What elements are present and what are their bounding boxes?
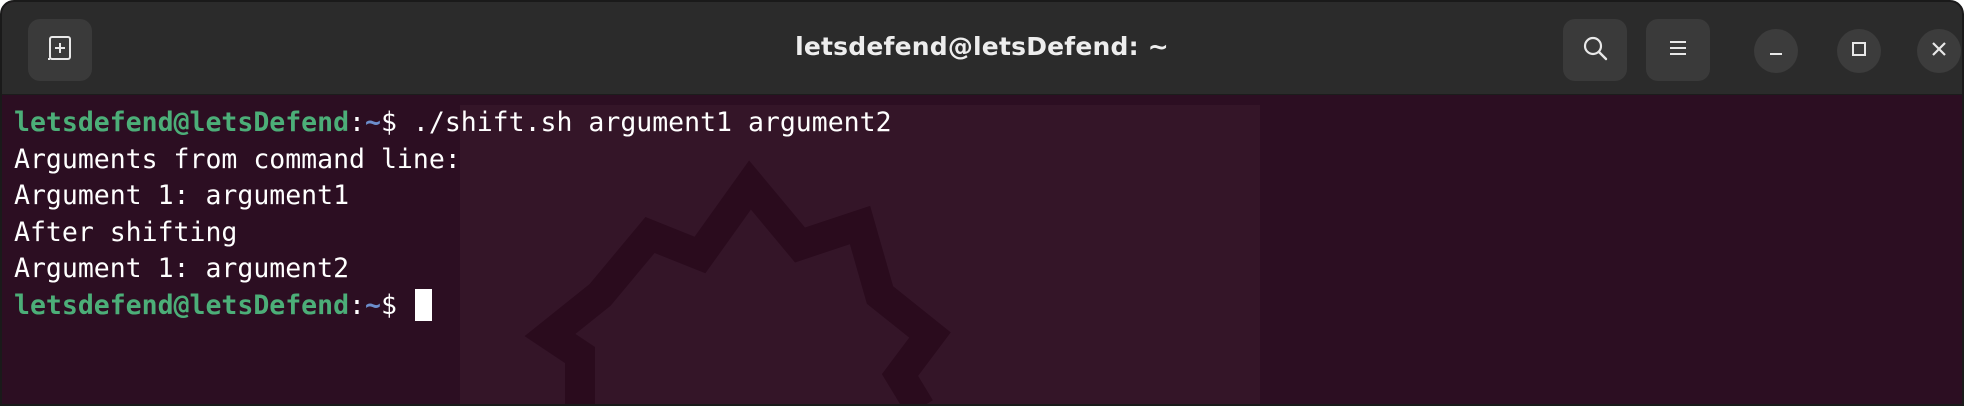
prompt-colon: :: [349, 289, 366, 321]
output-text: After shifting: [14, 216, 238, 248]
terminal-line: Argument 1: argument2: [14, 251, 892, 288]
command-text: ./shift.sh argument1 argument2: [412, 107, 892, 138]
maximize-icon: [1849, 39, 1869, 64]
title-bar: letsdefend@letsDefend: ~: [2, 2, 1962, 95]
maximize-button[interactable]: [1837, 29, 1881, 73]
terminal-line: Arguments from command line:: [14, 142, 892, 179]
menu-button[interactable]: [1646, 19, 1710, 81]
output-text: Argument 1: argument1: [14, 180, 350, 211]
close-icon: [1929, 39, 1949, 64]
prompt-symbol: $: [380, 289, 413, 321]
prompt-path: ~: [365, 107, 381, 138]
search-button[interactable]: [1563, 19, 1627, 81]
terminal-area[interactable]: letsdefend@letsDefend:~$ ./shift.sh argu…: [2, 95, 1962, 404]
terminal-line: After shifting: [14, 215, 892, 252]
output-text: Argument 1: argument2: [14, 253, 350, 284]
prompt-colon: :: [349, 107, 366, 138]
prompt-user-host: letsdefend@letsDefend: [14, 289, 350, 321]
terminal-output: letsdefend@letsDefend:~$ ./shift.sh argu…: [14, 105, 892, 324]
terminal-line: letsdefend@letsDefend:~$ ./shift.sh argu…: [14, 105, 892, 142]
prompt-symbol: $: [380, 107, 413, 138]
search-icon: [1580, 33, 1610, 68]
close-button[interactable]: [1917, 29, 1961, 73]
prompt-user-host: letsdefend@letsDefend: [14, 107, 350, 138]
terminal-window: letsdefend@letsDefend: ~ letsdefend@lets…: [0, 0, 1964, 406]
minimize-button[interactable]: [1754, 29, 1798, 73]
hamburger-menu-icon: [1665, 35, 1691, 66]
prompt-path: ~: [365, 289, 381, 321]
terminal-line: letsdefend@letsDefend:~$: [14, 288, 892, 325]
minimize-icon: [1766, 39, 1786, 64]
terminal-line: Argument 1: argument1: [14, 178, 892, 215]
terminal-cursor: [414, 288, 432, 321]
output-text: Arguments from command line:: [14, 143, 461, 175]
